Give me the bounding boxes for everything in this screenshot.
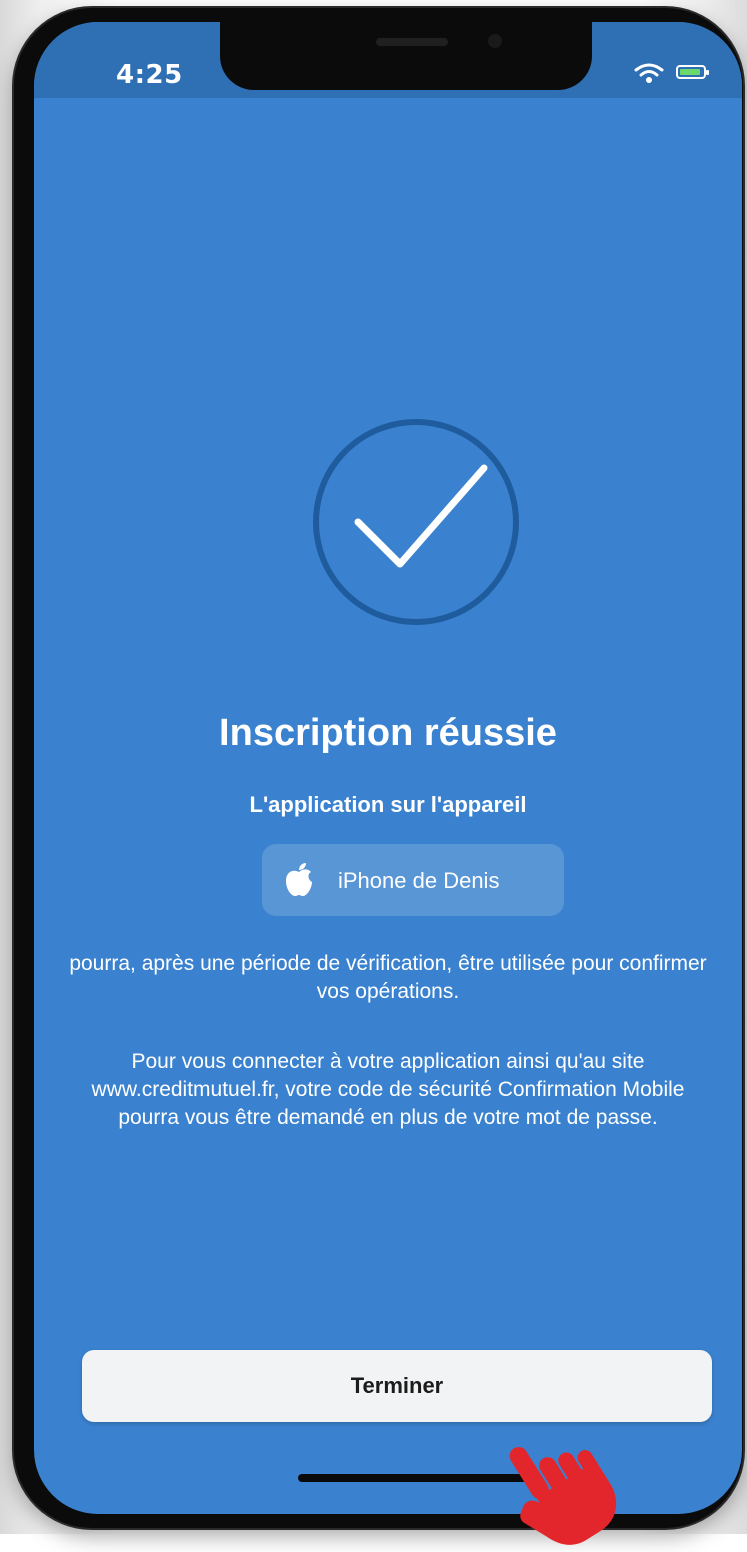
notch (220, 22, 592, 90)
security-info-text: Pour vous connecter à votre application … (91, 1050, 685, 1129)
success-title: Inscription réussie (219, 712, 557, 754)
phone-frame: 4:25 Inscription réussie L'application s… (14, 8, 743, 1528)
battery-fill (680, 69, 700, 75)
battery-nub (706, 70, 709, 75)
hand-pointer-icon (509, 1447, 617, 1545)
checkmark-circle-icon (313, 419, 519, 625)
device-name: iPhone de Denis (338, 868, 500, 893)
verification-text: pourra, après une période de vérificatio… (69, 952, 707, 1003)
device-chip: iPhone de Denis (262, 844, 564, 916)
phone-screen: 4:25 Inscription réussie L'application s… (34, 22, 742, 1514)
apple-icon (286, 863, 312, 896)
speaker-grille (376, 38, 448, 46)
device-intro-text: L'application sur l'appareil (249, 792, 527, 817)
wifi-icon (634, 63, 664, 83)
front-camera (488, 34, 502, 48)
status-time: 4:25 (116, 60, 183, 90)
status-bar: 4:25 (34, 22, 742, 98)
battery-icon (676, 65, 709, 79)
